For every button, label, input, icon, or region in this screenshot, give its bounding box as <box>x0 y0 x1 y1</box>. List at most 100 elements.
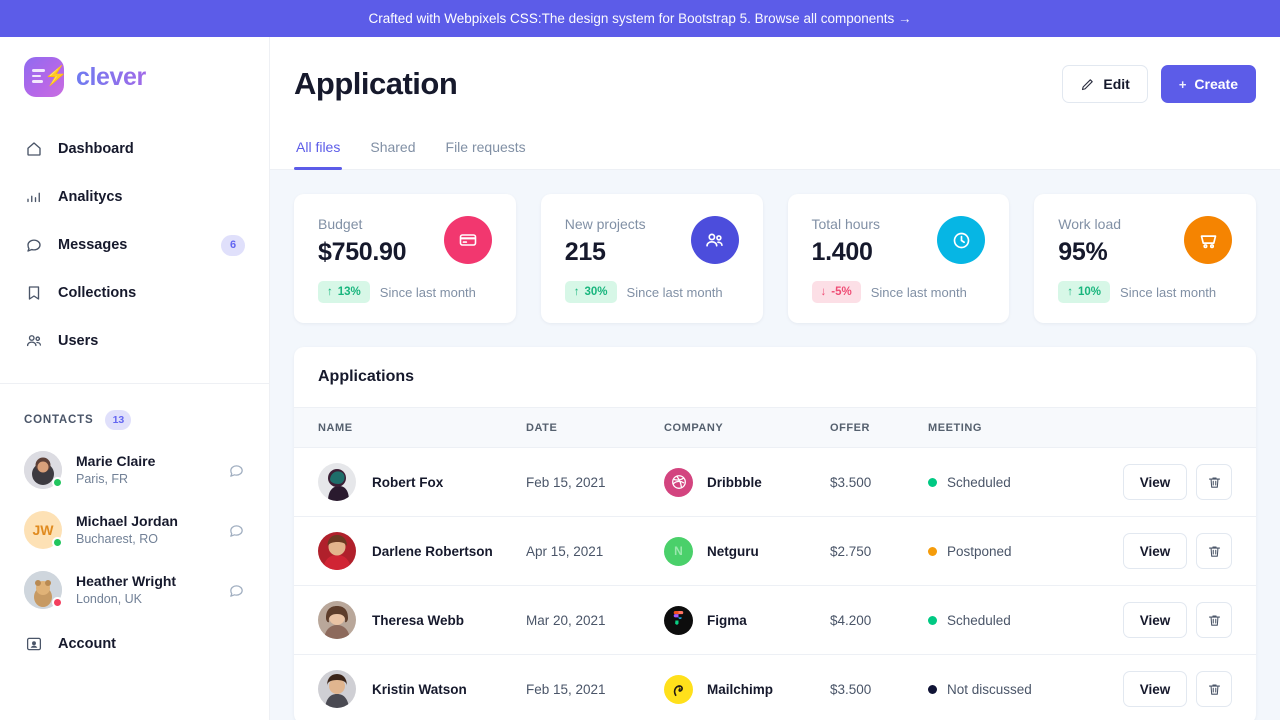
applications-table: NAME DATE COMPANY OFFER MEETING <box>294 407 1256 720</box>
sidebar-item-analitycs[interactable]: Analitycs <box>0 173 269 221</box>
trash-icon[interactable] <box>1196 602 1232 638</box>
stat-label: New projects <box>565 216 646 232</box>
stat-value: 1.400 <box>812 238 880 267</box>
sidebar-item-dashboard[interactable]: Dashboard <box>0 125 269 173</box>
column-header-company: COMPANY <box>664 408 830 448</box>
cart-icon <box>1184 216 1232 264</box>
dribbble-logo-icon <box>664 468 693 497</box>
sidebar-item-users[interactable]: Users <box>0 317 269 365</box>
content-scroll-area[interactable]: Budget $750.90 ↑ 13% <box>270 170 1280 720</box>
cell-meeting: Scheduled <box>928 586 1108 655</box>
home-icon <box>24 139 44 159</box>
contacts-count-badge: 13 <box>105 410 131 430</box>
status-dot <box>928 547 937 556</box>
trash-icon[interactable] <box>1196 464 1232 500</box>
sidebar-item-messages[interactable]: Messages 6 <box>0 221 269 269</box>
promo-rest-text: The design system for Bootstrap 5. Brows… <box>542 11 912 26</box>
row-company-name: Figma <box>707 613 747 628</box>
contact-info: Heather Wright London, UK <box>76 572 176 608</box>
avatar <box>24 451 62 489</box>
table-body: Robert Fox Feb 15, 2021 Dri <box>294 448 1256 720</box>
row-person-name: Theresa Webb <box>372 613 464 628</box>
table-row[interactable]: Kristin Watson Feb 15, 2021 <box>294 655 1256 720</box>
stat-delta-badge: ↑ 13% <box>318 281 370 303</box>
sidebar-item-label: Account <box>58 636 116 652</box>
trend-arrow-icon: ↑ <box>327 286 333 298</box>
users-icon <box>24 331 44 351</box>
table-header-row: NAME DATE COMPANY OFFER MEETING <box>294 408 1256 448</box>
brand-logo[interactable]: ⚡ clever <box>0 37 269 119</box>
page-title: Application <box>294 66 457 102</box>
trash-icon[interactable] <box>1196 533 1232 569</box>
sidebar-item-collections[interactable]: Collections <box>0 269 269 317</box>
page-header: Application Edit + Create <box>270 37 1280 169</box>
cell-date: Feb 15, 2021 <box>526 448 664 517</box>
row-person-name: Kristin Watson <box>372 682 467 697</box>
row-company-name: Dribbble <box>707 475 762 490</box>
create-button[interactable]: + Create <box>1161 65 1256 103</box>
stat-delta-value: 10% <box>1078 286 1101 298</box>
pencil-icon <box>1080 77 1095 92</box>
row-meeting-status: Scheduled <box>947 613 1011 628</box>
bookmark-icon <box>24 283 44 303</box>
table-row[interactable]: Darlene Robertson Apr 15, 2021 N Netguru <box>294 517 1256 586</box>
stat-label: Total hours <box>812 216 880 232</box>
cell-meeting: Scheduled <box>928 448 1108 517</box>
app-root: Crafted with Webpixels CSS: The design s… <box>0 0 1280 720</box>
body-split: ⚡ clever Dashboard Analitycs <box>0 37 1280 720</box>
row-company-name: Netguru <box>707 544 759 559</box>
view-button[interactable]: View <box>1123 464 1187 500</box>
edit-button[interactable]: Edit <box>1062 65 1147 103</box>
contact-name: Michael Jordan <box>76 512 178 531</box>
cell-date: Feb 15, 2021 <box>526 655 664 720</box>
sidebar-item-account[interactable]: Account <box>0 620 269 654</box>
cell-company: N Netguru <box>664 517 830 586</box>
tab-all-files[interactable]: All files <box>294 139 342 169</box>
column-header-date: DATE <box>526 408 664 448</box>
stat-since-label: Since last month <box>627 285 723 300</box>
view-button[interactable]: View <box>1123 533 1187 569</box>
panel-title: Applications <box>318 368 1232 386</box>
edit-button-label: Edit <box>1103 76 1129 92</box>
table-head: NAME DATE COMPANY OFFER MEETING <box>294 408 1256 448</box>
create-button-label: Create <box>1194 76 1238 92</box>
column-header-offer: OFFER <box>830 408 928 448</box>
trash-icon[interactable] <box>1196 671 1232 707</box>
contact-item[interactable]: JW Michael Jordan Bucharest, RO <box>0 500 269 560</box>
title-row: Application Edit + Create <box>294 65 1256 103</box>
status-dot <box>52 477 63 488</box>
trend-arrow-icon: ↑ <box>574 286 580 298</box>
view-button[interactable]: View <box>1123 602 1187 638</box>
contact-item[interactable]: Heather Wright London, UK <box>0 560 269 620</box>
cell-actions: View <box>1108 586 1256 655</box>
cell-name: Robert Fox <box>294 448 526 517</box>
tab-file-requests[interactable]: File requests <box>444 139 528 169</box>
status-dot <box>928 685 937 694</box>
contacts-title: CONTACTS <box>24 414 93 426</box>
users-icon <box>691 216 739 264</box>
sidebar-item-label: Users <box>58 333 98 349</box>
stat-since-label: Since last month <box>871 285 967 300</box>
netguru-logo-icon: N <box>664 537 693 566</box>
table-row[interactable]: Robert Fox Feb 15, 2021 Dri <box>294 448 1256 517</box>
view-button[interactable]: View <box>1123 671 1187 707</box>
contact-item[interactable]: Marie Claire Paris, FR <box>0 440 269 500</box>
chat-bubble-icon[interactable] <box>228 462 245 479</box>
avatar <box>318 670 356 708</box>
cell-company: Dribbble <box>664 448 830 517</box>
cell-actions: View <box>1108 655 1256 720</box>
stat-value: 95% <box>1058 238 1121 267</box>
stat-value: $750.90 <box>318 238 406 267</box>
cell-meeting: Postponed <box>928 517 1108 586</box>
promo-banner[interactable]: Crafted with Webpixels CSS: The design s… <box>0 0 1280 37</box>
credit-card-icon <box>444 216 492 264</box>
cell-offer: $2.750 <box>830 517 928 586</box>
column-header-meeting: MEETING <box>928 408 1108 448</box>
chat-bubble-icon[interactable] <box>228 522 245 539</box>
chat-bubble-icon[interactable] <box>228 582 245 599</box>
tab-shared[interactable]: Shared <box>368 139 417 169</box>
cell-actions: View <box>1108 448 1256 517</box>
sidebar-item-label: Messages <box>58 237 127 253</box>
table-row[interactable]: Theresa Webb Mar 20, 2021 F <box>294 586 1256 655</box>
row-meeting-status: Postponed <box>947 544 1012 559</box>
